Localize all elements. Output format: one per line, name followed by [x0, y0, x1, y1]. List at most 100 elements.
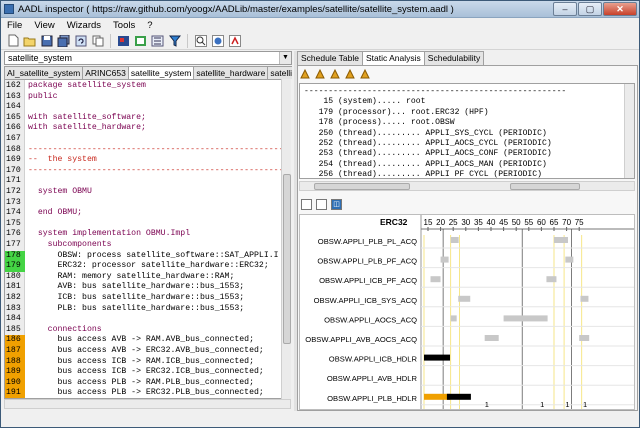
menu-wizards[interactable]: Wizards — [67, 20, 101, 31]
line-number: 182 — [6, 293, 21, 302]
close-button[interactable]: ✕ — [603, 2, 637, 16]
code-line: 185 connections — [5, 325, 290, 336]
run-analysis-icon[interactable] — [359, 68, 371, 80]
code-text: end OBMU; — [28, 208, 83, 218]
code-line: 184 — [5, 314, 290, 325]
chevron-down-icon[interactable]: ▼ — [279, 52, 291, 64]
file-tabs: AI_satellite_system ARINC653 satellite_sys… — [4, 66, 292, 79]
code-line: 179 ERC32: processor satellite_hardware:… — [5, 261, 290, 272]
line-number: 176 — [6, 229, 21, 239]
run-analysis-icon[interactable] — [299, 68, 311, 80]
gantt-execution-bar — [554, 237, 568, 243]
code-text: bus access AVB -> ERC32.AVB_bus_connecte… — [28, 346, 264, 355]
menu-file[interactable]: File — [7, 20, 22, 31]
code-text: bus access ICB -> ERC32.ICB_bus_connecte… — [28, 367, 264, 377]
run-analysis-icon[interactable] — [344, 68, 356, 80]
console-vertical-scrollbar[interactable] — [624, 84, 634, 178]
gantt-tick-label: 60 — [537, 218, 546, 227]
line-number: 187 — [5, 346, 25, 357]
file-tab[interactable]: satellite_system — [127, 66, 195, 79]
file-tab[interactable]: ARINC653 — [82, 66, 129, 79]
gantt-tick-label: 25 — [449, 218, 458, 227]
console-line: 253 (thread)......... APPLI_AOCS_CONF (P… — [304, 149, 552, 159]
gantt-task-label: OBSW.APPLI_PLB_HDLR — [327, 394, 417, 403]
code-text: PLB: bus satellite_hardware::bus_1553; — [28, 303, 245, 313]
new-file-icon[interactable] — [5, 33, 20, 48]
scrollbar-thumb[interactable] — [314, 183, 410, 190]
line-number: 165 — [6, 112, 21, 122]
console-horizontal-scrollbar[interactable] — [299, 181, 635, 191]
code-line: 170 -------------------------------------… — [5, 165, 290, 177]
menu-help[interactable]: ? — [147, 20, 152, 31]
maximize-button[interactable]: ▢ — [578, 2, 602, 16]
code-text: package satellite_system — [28, 81, 146, 90]
pdf-icon[interactable] — [227, 33, 242, 48]
gantt-execution-bar — [424, 354, 450, 361]
editor-horizontal-scrollbar[interactable] — [4, 399, 291, 409]
line-number: 169 — [6, 155, 21, 165]
menu-view[interactable]: View — [34, 20, 54, 31]
reload-icon[interactable] — [73, 33, 88, 48]
gantt-chart[interactable]: ERC32 15 20 25 30 35 40 45 50 55 60 65 70 75 OBSW.APPL… — [299, 214, 635, 410]
code-line: 164 — [5, 102, 290, 113]
run-analysis-icon[interactable] — [314, 68, 326, 80]
analysis-tab[interactable]: Schedule Table — [297, 51, 363, 65]
instance-icon[interactable] — [133, 33, 148, 48]
line-number: 167 — [6, 134, 21, 143]
open-folder-icon[interactable] — [22, 33, 37, 48]
code-line: 177 subcomponents — [5, 240, 290, 251]
analysis-tab[interactable]: Schedulability — [423, 51, 485, 65]
line-number: 166 — [6, 123, 21, 133]
code-line: 168 -------------------------------------… — [5, 145, 290, 156]
menu-tools[interactable]: Tools — [113, 20, 135, 31]
line-number: 170 — [6, 165, 21, 175]
title-bar[interactable]: AADL inspector ( https://raw.github.com/… — [1, 1, 639, 18]
code-editor[interactable]: 162 package satellite_system 163 public 164 1… — [4, 79, 291, 399]
code-line: 183 PLB: bus satellite_hardware::bus_155… — [5, 303, 290, 315]
filter-icon[interactable] — [167, 33, 182, 48]
code-line: 190 bus access PLB -> RAM.PLB_bus_connec… — [5, 377, 290, 389]
window-title: AADL inspector ( https://raw.github.com/… — [18, 3, 454, 15]
editor-vertical-scrollbar[interactable] — [281, 79, 291, 399]
tree-icon[interactable] — [150, 33, 165, 48]
scrollbar-thumb[interactable] — [283, 174, 291, 344]
gantt-execution-bar — [565, 256, 574, 263]
save-icon[interactable] — [39, 33, 54, 48]
minimize-button[interactable]: – — [553, 2, 577, 16]
line-number: 172 — [6, 187, 21, 196]
code-text: subcomponents — [28, 240, 112, 249]
run-analysis-icon[interactable] — [329, 68, 341, 80]
help-icon[interactable] — [210, 33, 225, 48]
save-all-icon[interactable] — [56, 33, 71, 48]
file-tab[interactable]: AI_satellite_system — [4, 66, 84, 79]
gantt-tick-label: 45 — [499, 218, 508, 227]
gantt-execution-bar — [580, 295, 589, 302]
analysis-tab[interactable]: Static Analysis — [361, 51, 425, 66]
code-text: ICB: bus satellite_hardware::bus_1553; — [28, 293, 245, 302]
gantt-tick-label: 15 — [424, 218, 433, 227]
line-number: 171 — [6, 176, 21, 186]
scrollbar-thumb[interactable] — [510, 183, 580, 190]
file-tab[interactable]: satellite_software — [267, 66, 292, 79]
line-number: 173 — [6, 197, 21, 207]
copy-icon[interactable] — [90, 33, 105, 48]
console-line: 178 (process)..... root.OBSW — [304, 118, 455, 128]
code-line: 174 end OBMU; — [5, 208, 290, 219]
search-icon[interactable] — [193, 33, 208, 48]
file-select-combo[interactable]: satellite_system ▼ — [4, 51, 292, 65]
parse-icon[interactable] — [116, 33, 131, 48]
gantt-occurrence-count: 1 — [485, 400, 489, 409]
code-line: 186 bus access AVB -> RAM.AVB_bus_connec… — [5, 335, 290, 346]
zoom-out-icon[interactable] — [316, 199, 327, 210]
gantt-settings-icon[interactable]: ◫ — [331, 199, 342, 210]
gantt-tick-label: 50 — [512, 218, 521, 227]
file-tab[interactable]: satellite_hardware — [193, 66, 269, 79]
gantt-task-label: OBSW.APPLI_ICB_HDLR — [329, 355, 418, 364]
gantt-tick-label: 70 — [562, 218, 571, 227]
gantt-tick-label: 75 — [575, 218, 584, 227]
line-number: 162 — [6, 81, 21, 90]
gantt-task-label: OBSW.APPLI_AVB_AOCS_ACQ — [305, 335, 417, 344]
code-text: bus access PLB -> ERC32.PLB_bus_connecte… — [28, 388, 264, 398]
zoom-in-icon[interactable] — [301, 199, 312, 210]
analysis-console[interactable]: ----------------------------------------… — [299, 83, 635, 179]
